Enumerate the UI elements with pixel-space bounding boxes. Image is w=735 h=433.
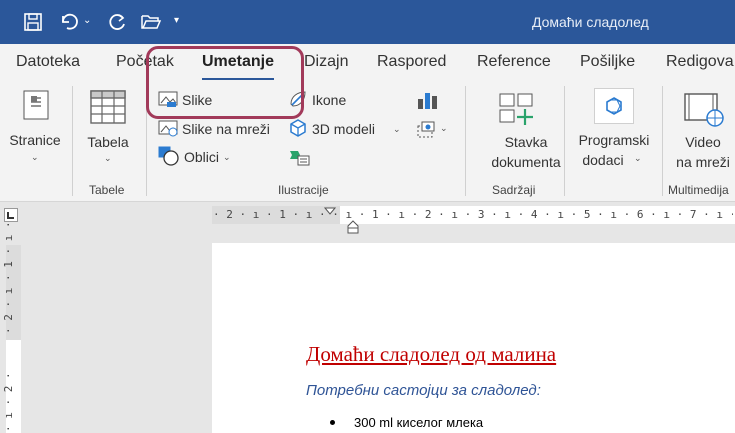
pages-label: Stranice (9, 132, 61, 148)
group-label-content: Sadržaji (492, 183, 536, 197)
smartart-icon[interactable] (288, 148, 310, 169)
screenshot-chevron-icon: ⌄ (440, 123, 448, 133)
document-title: Домаћи сладолед (532, 14, 649, 30)
group-separator (662, 86, 663, 196)
shapes-button[interactable]: Oblici ⌄ (158, 146, 231, 168)
chart-icon[interactable] (416, 90, 438, 113)
shapes-chevron-icon: ⌄ (223, 151, 231, 162)
addins-label-line1[interactable]: Programski (568, 130, 660, 150)
tab-posiljke[interactable]: Pošiljke (580, 53, 635, 71)
group-separator (564, 86, 565, 196)
save-icon[interactable] (22, 12, 44, 32)
group-label-illustrations: Ilustracije (278, 183, 329, 197)
shapes-label: Oblici (184, 149, 220, 165)
quick-parts-label-line1[interactable]: Stavka (476, 132, 576, 152)
tab-redigovanje[interactable]: Redigova (666, 53, 734, 71)
icons-label: Ikone (312, 92, 347, 108)
tab-reference[interactable]: Reference (477, 53, 551, 71)
3d-models-chevron-icon: ⌄ (393, 123, 401, 134)
quick-parts-label-line2[interactable]: dokumenta (476, 152, 576, 172)
tab-datoteka[interactable]: Datoteka (16, 53, 80, 71)
document-page[interactable] (212, 243, 735, 433)
open-folder-icon[interactable] (140, 12, 162, 32)
online-pictures-icon (158, 119, 178, 140)
pages-icon (23, 90, 49, 123)
table-chevron-icon: ⌄ (104, 153, 112, 163)
online-video-label-line1[interactable]: Video (668, 132, 735, 152)
list-item[interactable]: 300 ml киселог млека (354, 415, 483, 430)
first-line-indent-marker-icon[interactable] (323, 203, 337, 218)
undo-dropdown-chevron-icon[interactable]: ⌄ (83, 15, 91, 26)
document-heading[interactable]: Домаћи сладолед од малина (306, 342, 556, 367)
online-pictures-label: Slike na mreži (182, 121, 270, 137)
addins-icon[interactable] (594, 88, 634, 124)
3d-models-label: 3D modeli (312, 121, 376, 137)
screenshot-icon[interactable] (416, 119, 438, 142)
redo-icon[interactable] (106, 12, 128, 32)
vertical-ruler-scale-top: · 2 · ı · 1 · ı · (2, 221, 15, 334)
group-separator (465, 86, 466, 196)
tab-dizajn[interactable]: Dizajn (304, 53, 348, 71)
3d-models-button[interactable]: 3D modeli ⌄ (288, 118, 401, 140)
left-indent-marker-icon[interactable] (347, 220, 359, 237)
title-bar: ⌄ ▾ Домаћи сладолед (0, 0, 735, 44)
addins-label-line2[interactable]: dodaci (568, 150, 638, 170)
pages-chevron-icon: ⌄ (31, 152, 39, 162)
undo-icon[interactable] (58, 12, 80, 32)
tab-raspored[interactable]: Raspored (377, 53, 446, 71)
shapes-icon (158, 146, 180, 169)
group-label-media: Multimedija (668, 183, 729, 197)
online-video-icon[interactable] (683, 92, 725, 131)
table-icon[interactable] (90, 90, 126, 127)
3d-cube-icon (288, 118, 308, 141)
addins-chevron-icon: ⌄ (634, 153, 642, 163)
bullet-icon (330, 420, 335, 425)
tab-selector-button[interactable] (4, 208, 18, 222)
horizontal-ruler-scale: · 2 · ı · 1 · ı · · ı · 1 · ı · 2 · ı · … (213, 208, 733, 221)
online-pictures-button[interactable]: Slike na mreži (158, 118, 270, 140)
document-subheading[interactable]: Потребни састојци за сладолед: (306, 382, 541, 399)
customize-qat-icon[interactable]: ▾ (174, 15, 179, 26)
quick-parts-icon[interactable] (498, 92, 538, 129)
online-video-label-line2[interactable]: na mreži (668, 152, 735, 172)
group-separator (72, 86, 73, 196)
table-button-label[interactable]: Tabela (84, 132, 132, 152)
highlight-annotation (146, 46, 304, 119)
group-label-tables: Tabele (89, 183, 125, 197)
vertical-ruler-scale-bottom: · ı · 2 · (2, 372, 15, 432)
